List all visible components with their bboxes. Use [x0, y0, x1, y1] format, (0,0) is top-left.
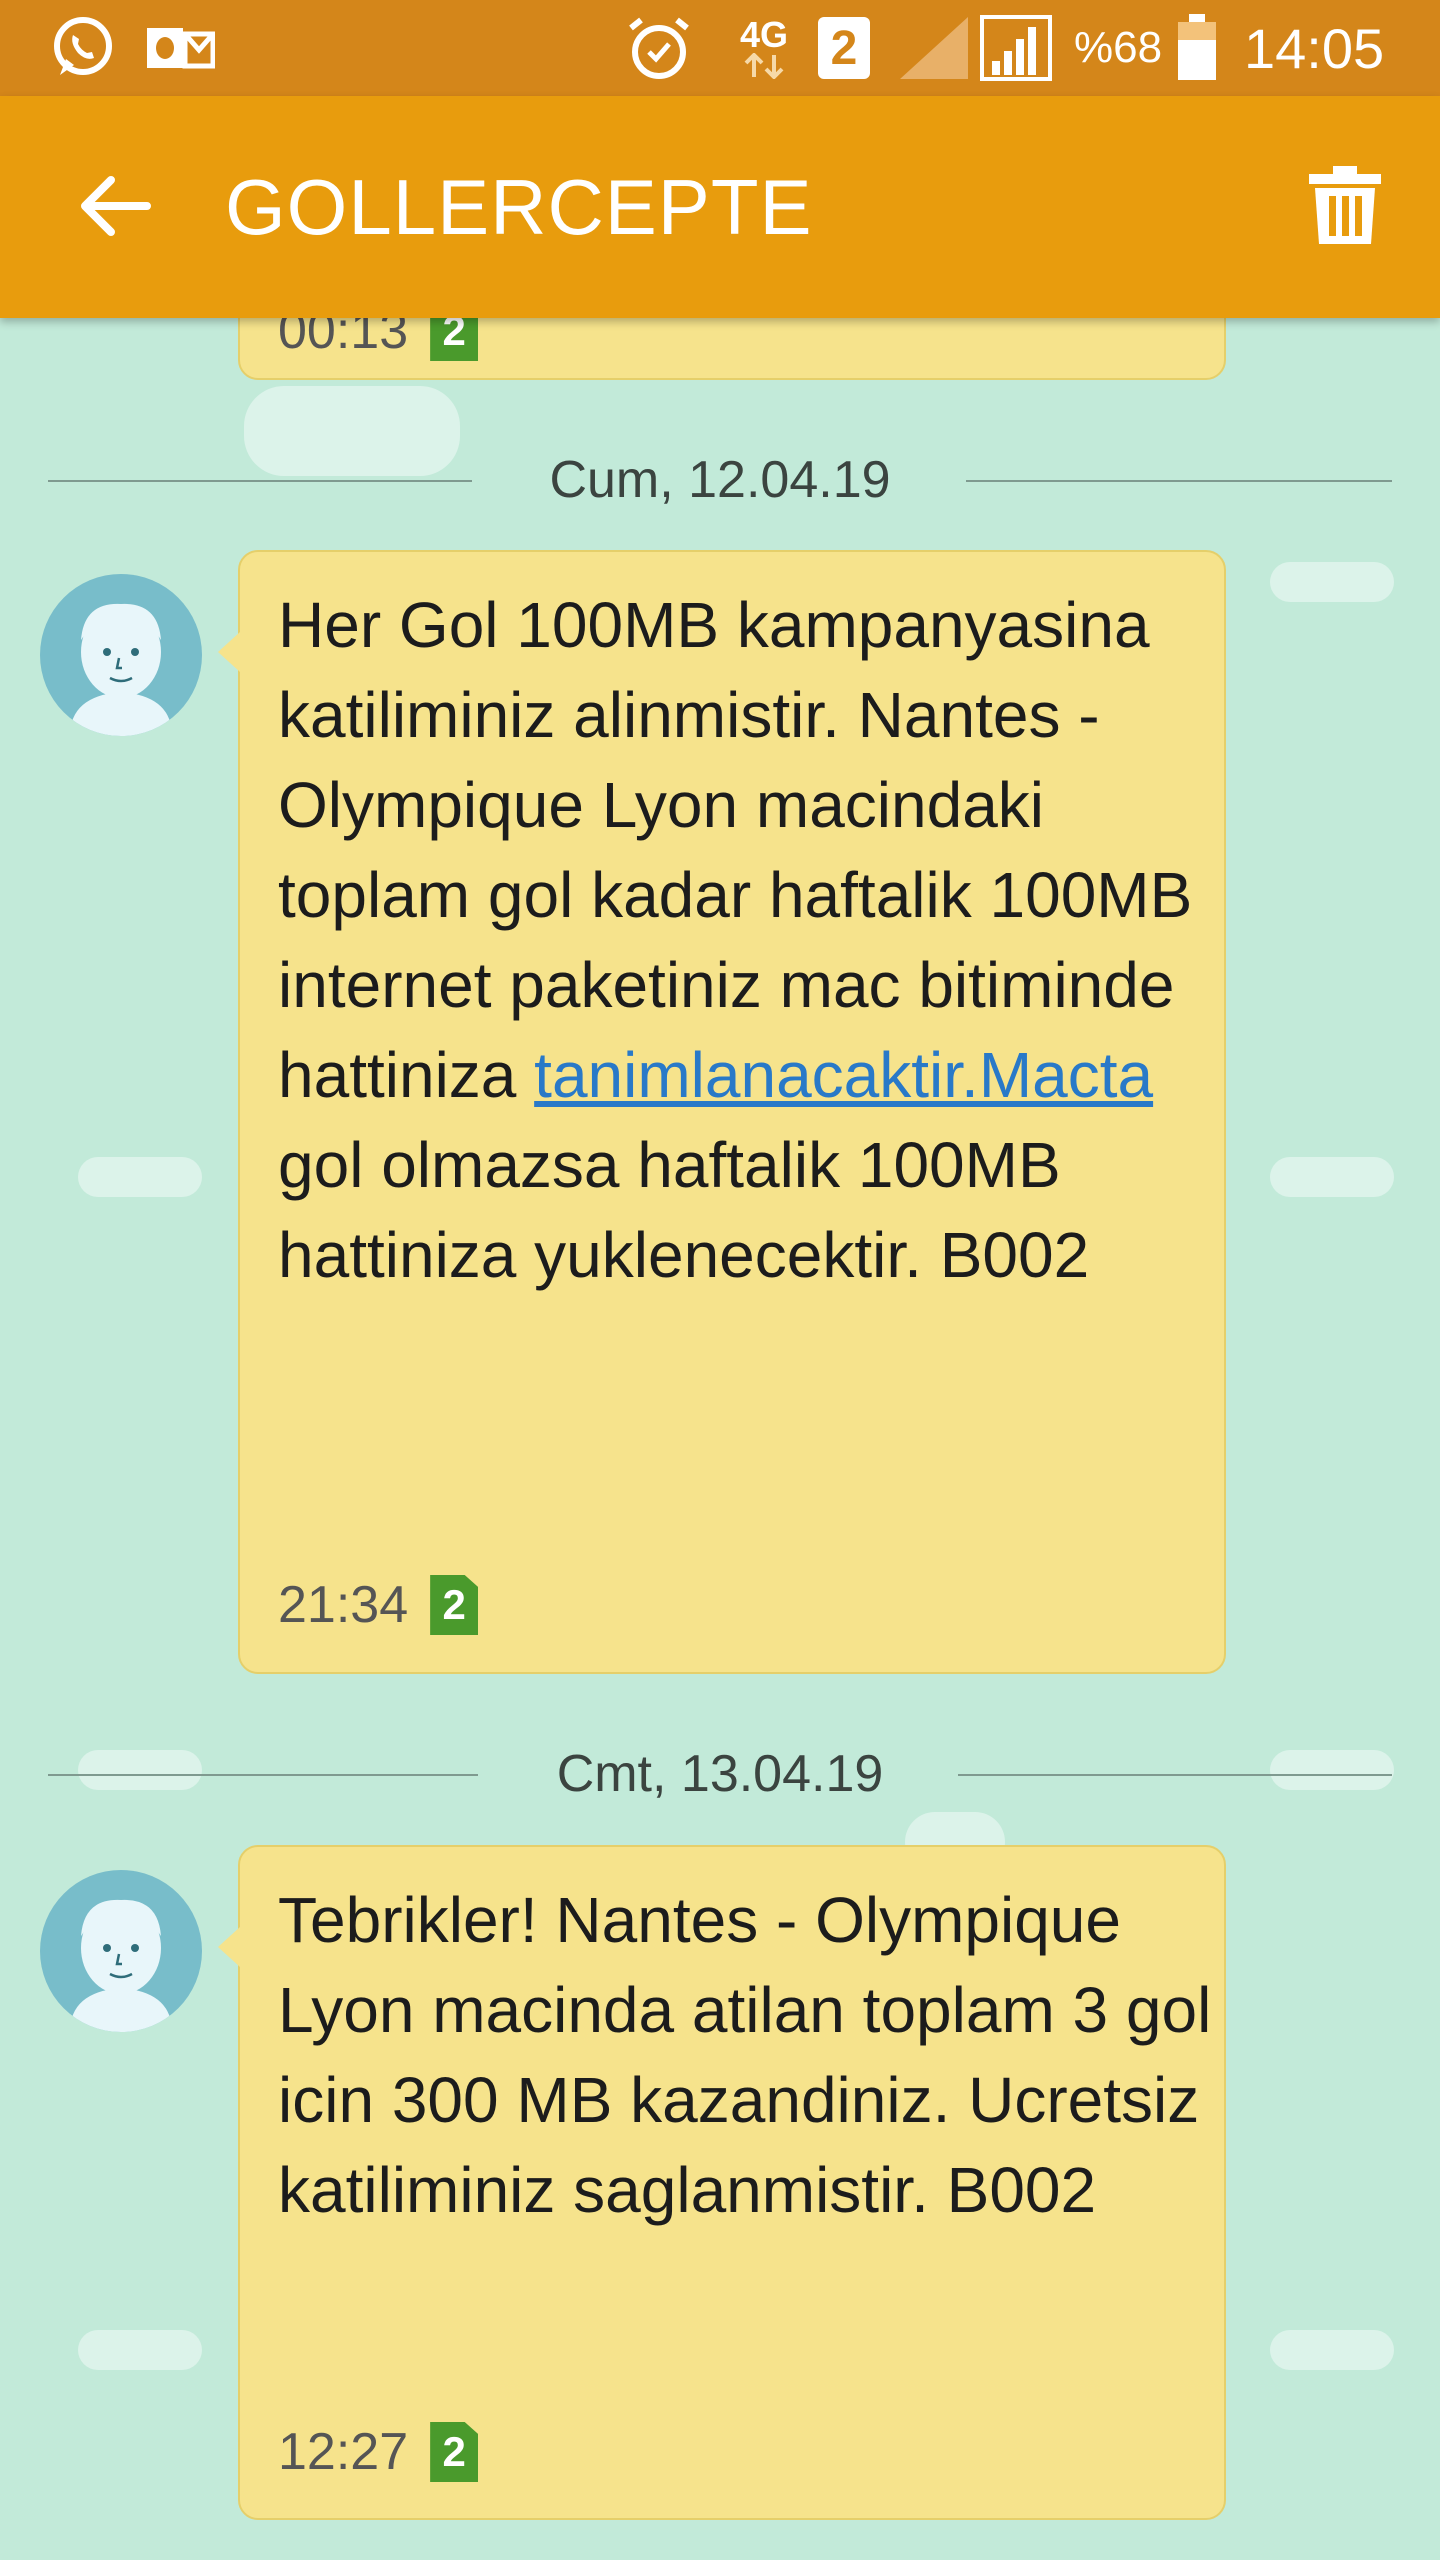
conversation-title: GOLLERCEPTE — [225, 163, 813, 251]
clock-label: 14:05 — [1244, 16, 1385, 80]
date-separator: Cum, 12.04.19 — [48, 440, 1392, 520]
delete-button[interactable] — [1280, 151, 1410, 261]
sim-badge-icon: 2 — [430, 1575, 479, 1635]
signal-sim1-icon — [898, 0, 970, 96]
contact-avatar[interactable] — [40, 1870, 202, 2032]
bubble-tail — [218, 1927, 240, 1967]
outlook-icon — [145, 0, 215, 96]
person-avatar-icon — [40, 574, 202, 736]
message-bubble[interactable]: Tebrikler! Nantes - Olympique Lyon macin… — [218, 1845, 1226, 2520]
network-type-label: 4G — [740, 14, 789, 55]
sim-badge-label: 2 — [442, 2428, 466, 2475]
message-text[interactable]: Tebrikler! Nantes - Olympique Lyon macin… — [278, 1875, 1218, 2235]
sim2-icon: 2 — [818, 0, 870, 96]
message-text-part: gol olmazsa haftalik 100MB hattiniza yuk… — [278, 1129, 1090, 1291]
trash-icon — [1309, 166, 1381, 244]
alarm-icon — [625, 0, 693, 96]
message-link[interactable]: tanimlanacaktir.Macta — [534, 1039, 1153, 1111]
sim-badge-label: 2 — [442, 1581, 466, 1628]
background-cloud — [78, 2330, 202, 2370]
background-cloud — [78, 1157, 202, 1197]
message-time: 12:27 — [278, 2423, 409, 2481]
app-bar: GOLLERCEPTE — [0, 96, 1440, 318]
status-bar: 4G 2 %68 14:05 — [0, 0, 1440, 96]
person-avatar-icon — [40, 1870, 202, 2032]
message-text-part: Her Gol 100MB kampanyasina katiliminiz a… — [278, 589, 1193, 1111]
battery-percent-label: %68 — [1074, 23, 1163, 72]
date-label: Cum, 12.04.19 — [513, 451, 927, 509]
contact-avatar[interactable] — [40, 574, 202, 736]
background-cloud — [1270, 2330, 1394, 2370]
bubble-tail — [218, 632, 240, 672]
battery-icon — [1176, 0, 1218, 96]
whatsapp-icon — [48, 0, 118, 96]
date-label-wrap: Cmt, 13.04.19 — [48, 1734, 1392, 1814]
background-cloud — [1270, 562, 1394, 602]
battery-percent: %68 — [1074, 0, 1162, 96]
message-text[interactable]: Her Gol 100MB kampanyasina katiliminiz a… — [278, 580, 1218, 1300]
date-label: Cmt, 13.04.19 — [520, 1745, 920, 1803]
message-bubble[interactable]: Her Gol 100MB kampanyasina katiliminiz a… — [218, 550, 1226, 1674]
message-meta: 21:34 2 — [278, 1570, 479, 1640]
message-time: 21:34 — [278, 1576, 409, 1634]
sim-slot-label: 2 — [830, 21, 858, 75]
background-cloud — [1270, 1157, 1394, 1197]
sim-badge-icon: 2 — [430, 2422, 479, 2482]
message-meta: 12:27 2 — [278, 2417, 479, 2487]
network-type: 4G — [740, 0, 788, 96]
date-label-wrap: Cum, 12.04.19 — [48, 440, 1392, 520]
back-button[interactable] — [60, 151, 170, 261]
data-arrows-icon — [744, 53, 784, 79]
signal-sim2-icon — [980, 0, 1052, 96]
clock: 14:05 — [1244, 0, 1384, 96]
date-separator: Cmt, 13.04.19 — [48, 1734, 1392, 1814]
arrow-back-icon — [81, 176, 151, 236]
